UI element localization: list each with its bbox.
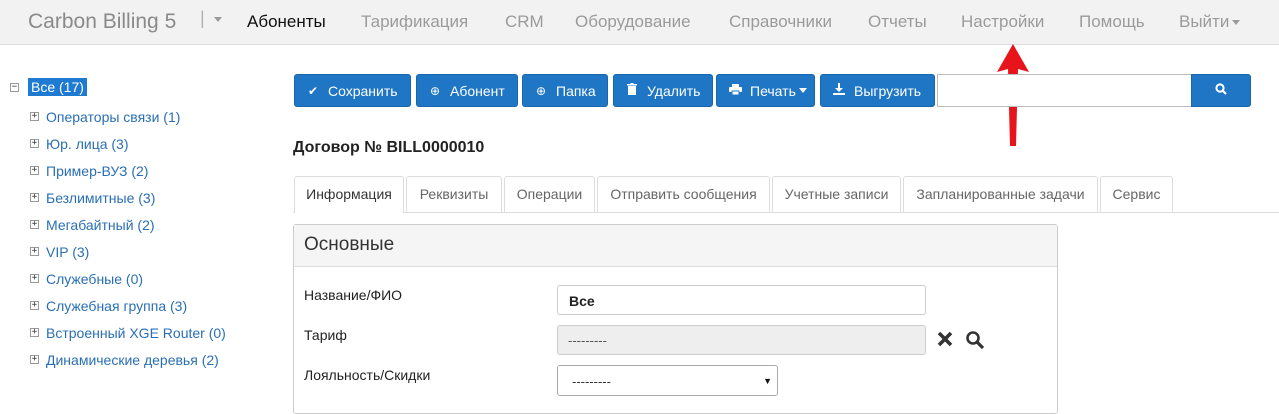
- trash-icon: [625, 83, 639, 98]
- search-button[interactable]: [1191, 74, 1251, 107]
- chevron-down-icon: [213, 16, 222, 22]
- plus-circle-icon: ⊕: [535, 83, 547, 98]
- tree-item-label[interactable]: Мегабайтный (2): [46, 217, 155, 233]
- tree-item-label[interactable]: VIP (3): [46, 244, 89, 260]
- nav-crm[interactable]: CRM: [505, 12, 544, 32]
- expand-icon[interactable]: +: [30, 112, 39, 121]
- tree-item-label[interactable]: Служебная группа (3): [46, 298, 187, 314]
- main-panel: Основные Название/ФИО Все Тариф --------…: [293, 224, 1058, 414]
- brand-separator: |: [200, 8, 205, 28]
- delete-button[interactable]: Удалить: [613, 74, 713, 107]
- add-folder-button[interactable]: ⊕ Папка: [522, 74, 608, 107]
- expand-icon[interactable]: +: [30, 220, 39, 229]
- loyalty-select[interactable]: --------- ▼: [557, 365, 778, 396]
- top-navbar: Carbon Billing 5 | Абоненты Тарификация …: [0, 0, 1279, 45]
- tab-scheduled-tasks[interactable]: Запланированные задачи: [903, 176, 1098, 212]
- tree-item-label[interactable]: Пример-ВУЗ (2): [46, 163, 148, 179]
- tabs-divider: [293, 212, 1279, 213]
- expand-icon[interactable]: +: [30, 301, 39, 310]
- name-label: Название/ФИО: [304, 287, 403, 303]
- search-icon: [1215, 82, 1227, 98]
- expand-icon[interactable]: +: [30, 247, 39, 256]
- expand-icon[interactable]: +: [30, 328, 39, 337]
- save-button-label: Сохранить: [328, 82, 398, 99]
- delete-button-label: Удалить: [647, 82, 701, 99]
- expand-icon[interactable]: +: [30, 166, 39, 175]
- nav-settings[interactable]: Настройки: [961, 12, 1044, 32]
- nav-logout[interactable]: Выйти: [1179, 12, 1241, 32]
- nav-equipment[interactable]: Оборудование: [575, 12, 691, 32]
- expand-icon[interactable]: +: [30, 274, 39, 283]
- close-icon[interactable]: [936, 330, 954, 353]
- plus-circle-icon: ⊕: [429, 83, 441, 98]
- search-input[interactable]: [937, 74, 1192, 107]
- name-field[interactable]: Все: [557, 285, 926, 315]
- tree-item-label[interactable]: Служебные (0): [46, 271, 143, 287]
- chevron-down-icon: [1232, 20, 1241, 26]
- tab-accounts[interactable]: Учетные записи: [772, 176, 901, 212]
- tree-root-label[interactable]: Все (17): [28, 78, 87, 96]
- tree-item-label[interactable]: Операторы связи (1): [46, 109, 180, 125]
- expand-icon[interactable]: +: [30, 355, 39, 364]
- tree-item-label[interactable]: Динамические деревья (2): [46, 352, 219, 368]
- check-icon: ✔: [307, 83, 319, 98]
- chevron-down-icon: ▼: [763, 376, 772, 386]
- add-folder-label: Папка: [556, 82, 596, 99]
- nav-reports[interactable]: Отчеты: [868, 12, 927, 32]
- brand-menu-toggle[interactable]: |: [200, 8, 222, 29]
- tab-send-message[interactable]: Отправить сообщения: [597, 176, 770, 212]
- tree-item-label[interactable]: Юр. лица (3): [46, 136, 129, 152]
- export-button[interactable]: Выгрузить: [820, 74, 935, 107]
- printer-icon: [728, 83, 742, 98]
- nav-tariffication[interactable]: Тарификация: [361, 12, 468, 32]
- panel-title: Основные: [294, 225, 1057, 267]
- add-subscriber-label: Абонент: [450, 82, 505, 99]
- tab-operations[interactable]: Операции: [504, 176, 595, 212]
- tree-item-label[interactable]: Встроенный XGE Router (0): [46, 325, 226, 341]
- collapse-icon[interactable]: −: [10, 83, 19, 92]
- add-subscriber-button[interactable]: ⊕ Абонент: [416, 74, 518, 107]
- loyalty-select-value: ---------: [572, 374, 611, 389]
- chevron-down-icon: [798, 88, 807, 93]
- tab-information[interactable]: Информация: [294, 176, 404, 213]
- save-button[interactable]: ✔ Сохранить: [294, 74, 411, 107]
- contract-title: Договор № BILL0000010: [293, 139, 485, 156]
- print-button[interactable]: Печать: [716, 74, 815, 107]
- print-button-label: Печать: [750, 82, 796, 99]
- tab-service[interactable]: Сервис: [1100, 176, 1173, 212]
- tab-requisites[interactable]: Реквизиты: [406, 176, 502, 212]
- search-icon[interactable]: [965, 330, 985, 355]
- export-button-label: Выгрузить: [854, 82, 922, 99]
- nav-directories[interactable]: Справочники: [729, 12, 832, 32]
- download-icon: [832, 83, 846, 98]
- nav-logout-label: Выйти: [1179, 12, 1230, 31]
- tariff-field: ---------: [557, 325, 926, 355]
- tariff-label: Тариф: [304, 327, 347, 343]
- loyalty-label: Лояльность/Скидки: [304, 367, 431, 383]
- expand-icon[interactable]: +: [30, 139, 39, 148]
- nav-help[interactable]: Помощь: [1079, 12, 1145, 32]
- tree-item-label[interactable]: Безлимитные (3): [46, 190, 155, 206]
- expand-icon[interactable]: +: [30, 193, 39, 202]
- nav-subscribers[interactable]: Абоненты: [247, 12, 326, 32]
- brand-logo[interactable]: Carbon Billing 5: [28, 10, 176, 34]
